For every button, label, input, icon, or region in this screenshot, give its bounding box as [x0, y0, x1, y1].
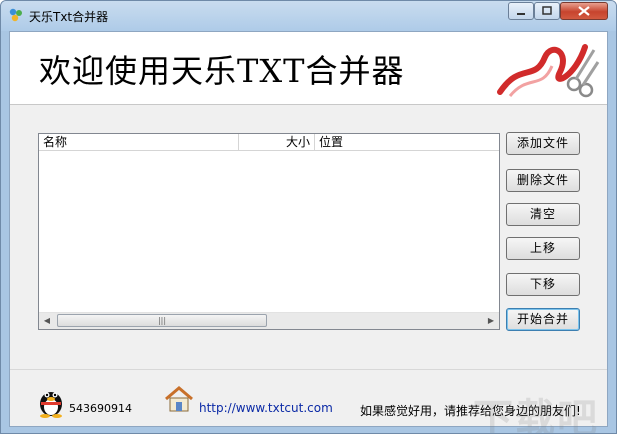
maximize-button[interactable] — [534, 2, 560, 20]
move-up-button[interactable]: 上移 — [506, 237, 580, 260]
minimize-icon — [517, 13, 525, 15]
scroll-left-icon[interactable]: ◀ — [39, 313, 55, 329]
column-header-location[interactable]: 位置 — [315, 134, 499, 150]
watermark: 下载吧 — [473, 396, 599, 434]
move-down-button[interactable]: 下移 — [506, 273, 580, 296]
close-button[interactable] — [560, 2, 608, 20]
app-window: 天乐Txt合并器 欢迎使用天乐TXT合并器 名称 大小 位置 ◀ ||| ▶ 添… — [0, 0, 617, 434]
title-bar[interactable]: 天乐Txt合并器 — [1, 1, 616, 31]
qq-penguin-icon — [40, 392, 62, 418]
delete-file-button[interactable]: 删除文件 — [506, 169, 580, 192]
start-merge-button[interactable]: 开始合并 — [506, 308, 580, 331]
clear-button[interactable]: 清空 — [506, 203, 580, 226]
column-header-name[interactable]: 名称 — [39, 134, 239, 150]
file-list-header: 名称 大小 位置 — [39, 134, 499, 151]
file-list[interactable]: 名称 大小 位置 ◀ ||| ▶ — [38, 133, 500, 330]
home-icon — [165, 386, 193, 412]
client-area: 欢迎使用天乐TXT合并器 名称 大小 位置 ◀ ||| ▶ 添加文件 删除文件 — [9, 31, 608, 433]
scroll-right-icon[interactable]: ▶ — [483, 313, 499, 329]
maximize-icon — [542, 6, 552, 15]
minimize-button[interactable] — [508, 2, 534, 20]
horizontal-scrollbar[interactable]: ◀ ||| ▶ — [39, 312, 499, 329]
scrollbar-thumb[interactable]: ||| — [57, 314, 267, 327]
app-icon — [9, 8, 22, 22]
window-title: 天乐Txt合并器 — [29, 10, 109, 24]
welcome-banner: 欢迎使用天乐TXT合并器 — [10, 32, 607, 105]
column-header-size[interactable]: 大小 — [239, 134, 315, 150]
footer-divider — [10, 369, 607, 370]
add-file-button[interactable]: 添加文件 — [506, 132, 580, 155]
qq-number: 543690914 — [69, 402, 132, 415]
website-link[interactable]: http://www.txtcut.com — [199, 401, 333, 415]
close-icon — [578, 6, 590, 16]
ribbon-scissors-icon — [497, 44, 600, 98]
banner-title: 欢迎使用天乐TXT合并器 — [39, 52, 405, 90]
